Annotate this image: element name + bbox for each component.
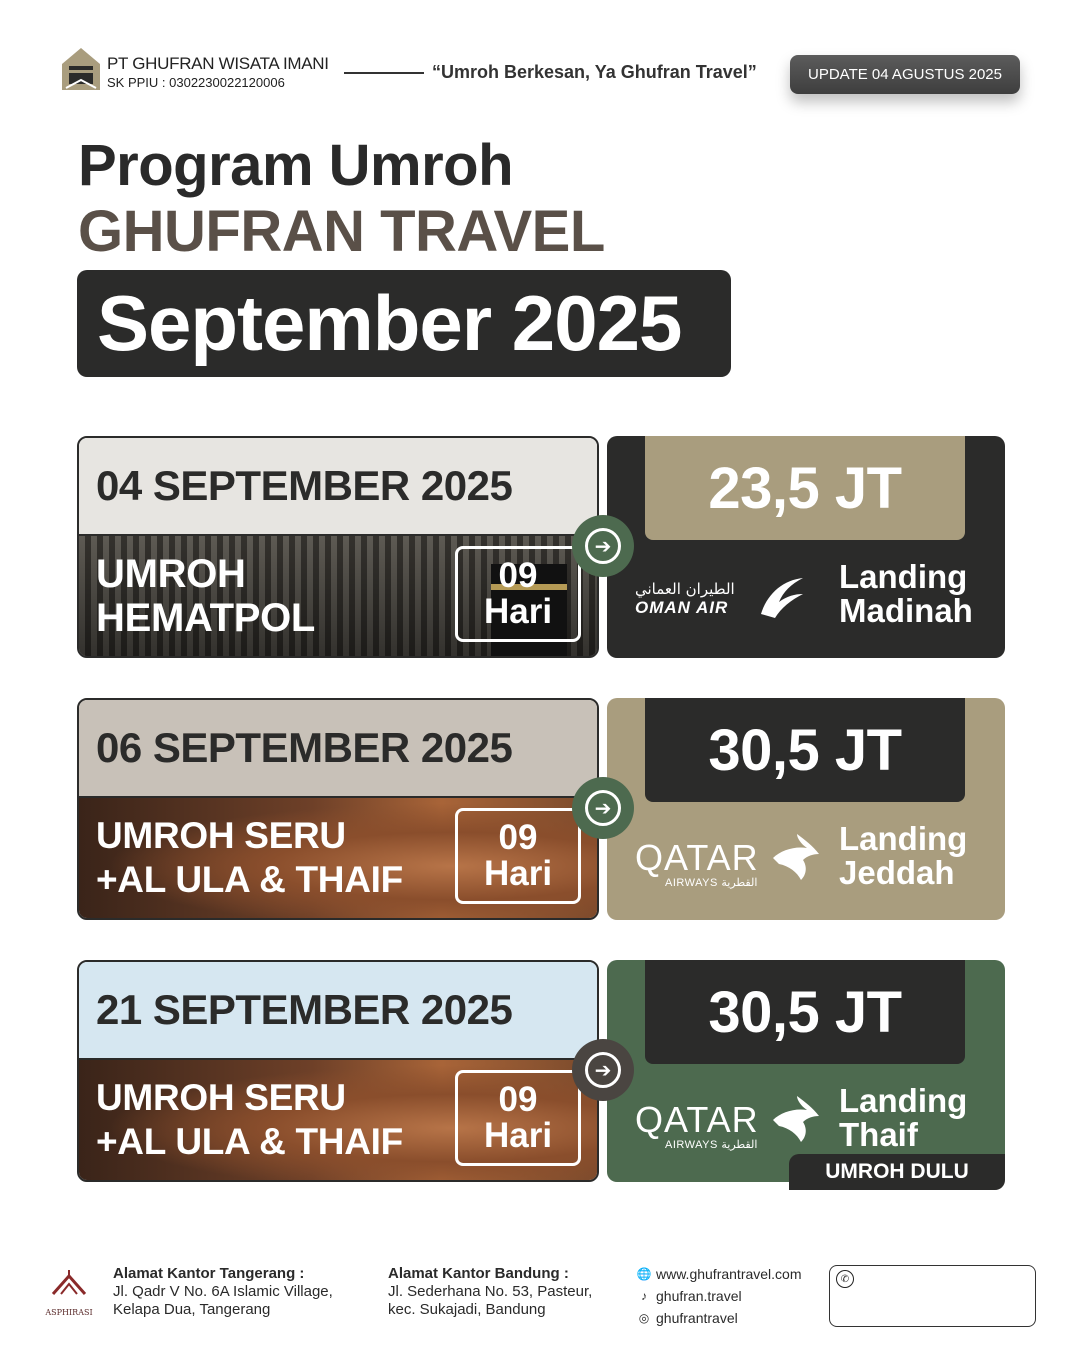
program-name-line2: HEMATPOL xyxy=(96,596,316,640)
program-name: UMROH SERU +AL ULA & THAIF xyxy=(96,814,403,902)
whatsapp-icon: ✆ xyxy=(836,1270,854,1288)
departure-date: 04 SEPTEMBER 2025 xyxy=(96,462,513,509)
oryx-icon xyxy=(767,832,819,880)
program-name-line1: UMROH xyxy=(96,552,246,596)
office-address-line1: Jl. Sederhana No. 53, Pasteur, xyxy=(388,1283,593,1300)
duration-days: 09 xyxy=(498,818,538,857)
instagram-link[interactable]: ◎ ghufrantravel xyxy=(636,1307,802,1329)
landing-destination: Jeddah xyxy=(839,854,955,891)
departure-date: 21 SEPTEMBER 2025 xyxy=(96,986,513,1033)
instagram-icon: ◎ xyxy=(638,1311,650,1325)
landing-city: Landing Madinah xyxy=(839,560,973,628)
landing-destination: Madinah xyxy=(839,592,973,629)
price: 23,5 JT xyxy=(708,455,902,521)
landing-city: Landing Jeddah xyxy=(839,822,967,890)
umroh-dulu-tag: UMROH DULU xyxy=(789,1154,1005,1190)
website-text: www.ghufrantravel.com xyxy=(656,1266,802,1282)
asphirasi-logo: ASPHIRASI xyxy=(42,1268,96,1317)
company-info: PT GHUFRAN WISATA IMANI SK PPIU : 030223… xyxy=(107,54,329,90)
whatsapp-box[interactable]: ✆ xyxy=(829,1265,1036,1327)
arrow-button[interactable]: ➔ xyxy=(572,515,634,577)
asphirasi-label: ASPHIRASI xyxy=(45,1308,93,1317)
tiktok-link[interactable]: ♪ ghufran.travel xyxy=(636,1285,802,1307)
price-box: 23,5 JT xyxy=(645,436,965,540)
arrow-right-icon: ➔ xyxy=(585,790,621,826)
office-tangerang: Alamat Kantor Tangerang : Jl. Qadr V No.… xyxy=(113,1265,333,1319)
company-logo xyxy=(60,46,102,90)
duration-box: 09 Hari xyxy=(455,546,581,642)
program-name-line2: +AL ULA & THAIF xyxy=(96,1121,403,1162)
date-bar: 06 SEPTEMBER 2025 xyxy=(79,700,597,798)
landing-city: Landing Thaif xyxy=(839,1084,967,1152)
duration-unit: Hari xyxy=(483,1116,553,1155)
date-bar: 04 SEPTEMBER 2025 xyxy=(79,438,597,536)
arrow-button[interactable]: ➔ xyxy=(572,777,634,839)
price: 30,5 JT xyxy=(708,979,902,1045)
price-box: 30,5 JT xyxy=(645,698,965,802)
program-info: 06 SEPTEMBER 2025 UMROH SERU +AL ULA & T… xyxy=(77,698,599,920)
program-card[interactable]: 04 SEPTEMBER 2025 UMROH HEMATPOL 09 Hari… xyxy=(77,436,1005,658)
program-name-line2: +AL ULA & THAIF xyxy=(96,859,403,900)
arrow-button[interactable]: ➔ xyxy=(572,1039,634,1101)
company-name: PT GHUFRAN WISATA IMANI xyxy=(107,54,329,73)
office-address-line2: kec. Sukajadi, Bandung xyxy=(388,1301,546,1318)
oryx-icon xyxy=(767,1094,819,1142)
landing-label: Landing xyxy=(839,820,968,857)
social-links: 🌐 www.ghufrantravel.com ♪ ghufran.travel… xyxy=(636,1263,802,1329)
departure-date: 06 SEPTEMBER 2025 xyxy=(96,724,513,771)
duration-box: 09 Hari xyxy=(455,1070,581,1166)
program-name-line1: UMROH SERU xyxy=(96,815,346,856)
program-name: UMROH HEMATPOL xyxy=(96,552,315,640)
duration-unit: Hari xyxy=(483,854,553,893)
office-address-line2: Kelapa Dua, Tangerang xyxy=(113,1301,271,1318)
landing-destination: Thaif xyxy=(839,1116,918,1153)
duration-days: 09 xyxy=(498,556,538,595)
tiktok-text: ghufran.travel xyxy=(656,1288,742,1304)
office-heading: Alamat Kantor Bandung : xyxy=(388,1265,569,1282)
program-name: UMROH SERU +AL ULA & THAIF xyxy=(96,1076,403,1164)
oman-air-icon xyxy=(757,574,807,620)
update-badge: UPDATE 04 AGUSTUS 2025 xyxy=(790,55,1020,94)
program-card[interactable]: 21 SEPTEMBER 2025 UMROH SERU +AL ULA & T… xyxy=(77,960,1005,1190)
tagline: “Umroh Berkesan, Ya Ghufran Travel” xyxy=(432,62,757,82)
price-panel: 30,5 JT QATAR AIRWAYS القطرية Landing Je… xyxy=(607,698,1005,920)
divider-line xyxy=(344,72,424,74)
landing-label: Landing xyxy=(839,558,968,595)
website-link[interactable]: 🌐 www.ghufrantravel.com xyxy=(636,1263,802,1285)
page-subtitle: GHUFRAN TRAVEL xyxy=(78,199,605,264)
duration-days: 09 xyxy=(498,1080,538,1119)
duration-unit: Hari xyxy=(483,592,553,631)
program-info: 21 SEPTEMBER 2025 UMROH SERU +AL ULA & T… xyxy=(77,960,599,1182)
program-name-line1: UMROH SERU xyxy=(96,1077,346,1118)
license-number: SK PPIU : 0302230022120006 xyxy=(107,75,285,90)
landing-label: Landing xyxy=(839,1082,968,1119)
price-box: 30,5 JT xyxy=(645,960,965,1064)
date-bar: 21 SEPTEMBER 2025 xyxy=(79,962,597,1060)
program-info: 04 SEPTEMBER 2025 UMROH HEMATPOL 09 Hari xyxy=(77,436,599,658)
arrow-right-icon: ➔ xyxy=(585,1052,621,1088)
month-label: September 2025 xyxy=(97,279,682,367)
tiktok-icon: ♪ xyxy=(641,1289,647,1303)
price-panel: 30,5 JT QATAR AIRWAYS القطرية Landing Th… xyxy=(607,960,1005,1190)
duration-box: 09 Hari xyxy=(455,808,581,904)
office-heading: Alamat Kantor Tangerang : xyxy=(113,1265,305,1282)
office-address-line1: Jl. Qadr V No. 6A Islamic Village, xyxy=(113,1283,333,1300)
globe-icon: 🌐 xyxy=(636,1267,652,1281)
page-title: Program Umroh xyxy=(78,133,514,198)
price: 30,5 JT xyxy=(708,717,902,783)
arrow-right-icon: ➔ xyxy=(585,528,621,564)
price-panel: 23,5 JT الطيران العماني OMAN AIR Landing… xyxy=(607,436,1005,658)
program-card[interactable]: 06 SEPTEMBER 2025 UMROH SERU +AL ULA & T… xyxy=(77,698,1005,920)
instagram-text: ghufrantravel xyxy=(656,1310,738,1326)
office-bandung: Alamat Kantor Bandung : Jl. Sederhana No… xyxy=(388,1265,592,1319)
month-banner: September 2025 xyxy=(77,270,731,377)
